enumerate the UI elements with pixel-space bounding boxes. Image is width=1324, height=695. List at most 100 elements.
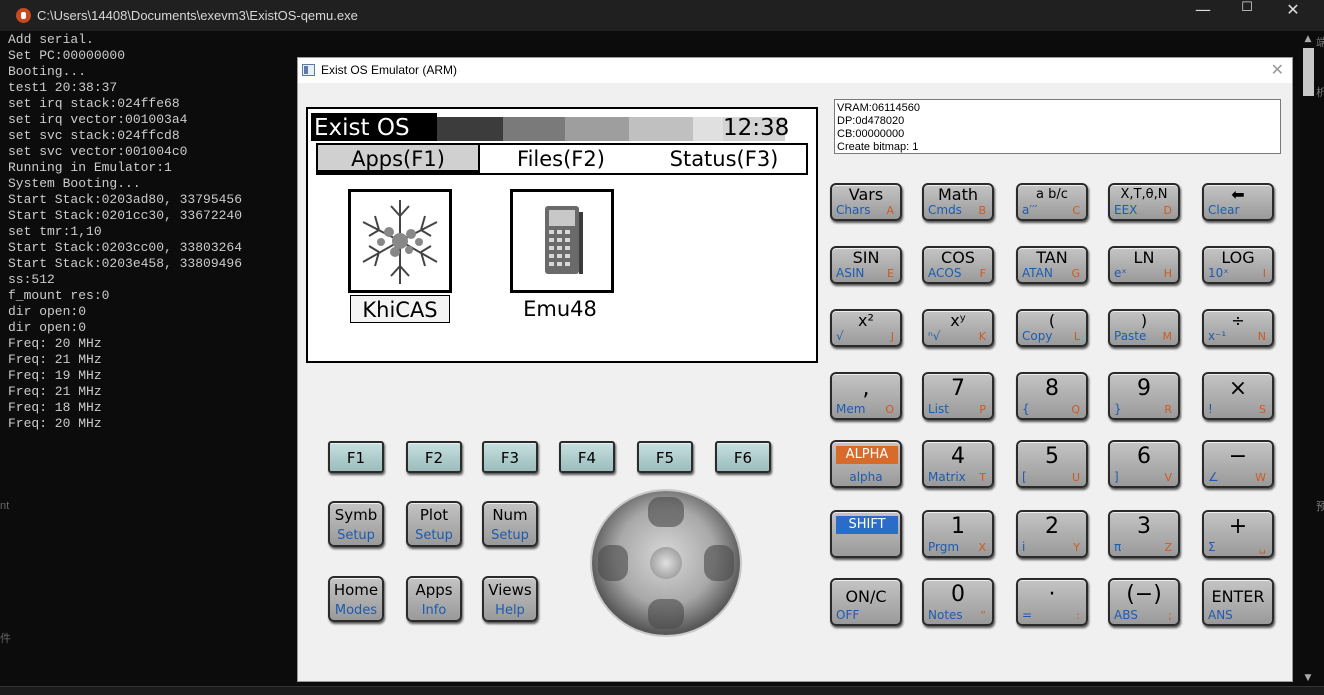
key-alpha-label: I [1262, 267, 1266, 280]
key-backspace[interactable]: ⬅ Clear [1202, 183, 1274, 221]
key-negate[interactable]: (−) ABS; [1108, 578, 1180, 626]
key-2[interactable]: 2 i Y [1016, 510, 1088, 558]
emulator-titlebar[interactable]: Exist OS Emulator (ARM) ✕ [298, 58, 1292, 83]
key-home[interactable]: Home Modes [328, 576, 384, 622]
qemu-app-icon [16, 8, 31, 23]
key-8[interactable]: 8 {Q [1016, 372, 1088, 420]
key-num[interactable]: Num Setup [482, 501, 538, 547]
key-decimal[interactable]: · =: [1016, 578, 1088, 626]
scroll-thumb[interactable] [1303, 48, 1314, 96]
tab-files[interactable]: Files(F2) [480, 145, 642, 173]
key-log[interactable]: LOG 10ˣ I [1202, 246, 1274, 284]
minimize-button[interactable]: — [1180, 0, 1226, 31]
key-enter[interactable]: ENTER ANS [1202, 578, 1274, 626]
scroll-down-icon[interactable]: ▼ [1300, 670, 1316, 686]
app-label-khicas[interactable]: KhiCAS [350, 295, 450, 323]
key-fraction[interactable]: a b/c a′′′ C [1016, 183, 1088, 221]
dpad-up[interactable] [648, 497, 684, 527]
tab-apps[interactable]: Apps(F1) [318, 145, 478, 173]
key-shift-label: ATAN [1022, 266, 1053, 280]
key-label: · [1048, 582, 1056, 607]
key-f4[interactable]: F4 [559, 441, 615, 473]
key-label: SIN [852, 248, 880, 267]
key-alpha-label: : [1076, 609, 1080, 622]
key-f3[interactable]: F3 [482, 441, 538, 473]
key-label: Math [937, 185, 979, 204]
key-6[interactable]: 6] V [1108, 440, 1180, 488]
key-on[interactable]: ON/C OFF [830, 578, 902, 626]
key-alpha-label: B [978, 204, 986, 217]
key-square[interactable]: x² √ J [830, 309, 902, 347]
dpad-left[interactable] [598, 545, 628, 581]
key-label: , [862, 376, 870, 401]
key-comma[interactable]: , Mem O [830, 372, 902, 420]
key-7[interactable]: 7 List P [922, 372, 994, 420]
key-shift-label: Chars [836, 203, 871, 217]
key-alpha-label: X [978, 541, 986, 554]
key-label: 8 [1045, 376, 1059, 401]
maximize-button[interactable]: ☐ [1224, 0, 1270, 31]
key-views[interactable]: Views Help [482, 576, 538, 622]
key-alpha[interactable]: ALPHA alpha [830, 440, 902, 488]
console-titlebar[interactable]: C:\Users\14408\Documents\exevm3\ExistOS-… [0, 0, 1324, 31]
direction-pad[interactable] [592, 491, 740, 635]
key-0[interactable]: 0 Notes ” [922, 578, 994, 626]
key-sin[interactable]: SIN ASIN E [830, 246, 902, 284]
key-divide[interactable]: ÷ x⁻¹ N [1202, 309, 1274, 347]
scroll-up-icon[interactable]: ▲ [1300, 31, 1316, 47]
key-shift-label: Notes [928, 608, 963, 622]
key-f1[interactable]: F1 [328, 441, 384, 473]
console-scrollbar[interactable]: ▲ ▼ [1300, 31, 1316, 686]
key-ln[interactable]: LN eˣ H [1108, 246, 1180, 284]
key-label: 4 [951, 444, 965, 469]
key-label: Apps [415, 581, 453, 599]
key-shift-label: { [1022, 402, 1030, 416]
key-cos[interactable]: COS ACOS F [922, 246, 994, 284]
key-5[interactable]: 5 [U [1016, 440, 1088, 488]
key-math[interactable]: Math Cmds B [922, 183, 994, 221]
dpad-center[interactable] [650, 547, 682, 579]
dpad-right[interactable] [704, 545, 734, 581]
key-multiply[interactable]: ×! S [1202, 372, 1274, 420]
key-power[interactable]: xʸ ⁿ√ K [922, 309, 994, 347]
key-close-paren[interactable]: ) Paste M [1108, 309, 1180, 347]
dpad-down[interactable] [648, 599, 684, 629]
key-alpha-label: E [887, 267, 894, 280]
key-3[interactable]: 3 π Z [1108, 510, 1180, 558]
key-label: TAN [1036, 248, 1068, 267]
tab-status[interactable]: Status(F3) [642, 145, 806, 173]
key-shift-label: Matrix [928, 470, 966, 484]
key-plot[interactable]: Plot Setup [406, 501, 462, 547]
key-label: ALPHA [836, 446, 898, 464]
os-name: Exist OS [311, 113, 437, 141]
key-1[interactable]: 1 Prgm X [922, 510, 994, 558]
key-symb[interactable]: Symb Setup [328, 501, 384, 547]
key-f2[interactable]: F2 [406, 441, 462, 473]
clock: 12:38 [723, 115, 790, 141]
emulator-close-button[interactable]: ✕ [1271, 60, 1284, 80]
calculator-screen[interactable]: Exist OS 12:38 Apps(F1) Files(F2) Status… [306, 107, 818, 363]
key-4[interactable]: 4 Matrix T [922, 440, 994, 488]
key-plus[interactable]: + Σ ␣ [1202, 510, 1274, 558]
emu48-app-icon[interactable] [510, 189, 614, 293]
key-label: 3 [1137, 514, 1151, 539]
key-f5[interactable]: F5 [637, 441, 693, 473]
key-label: ÷ [1231, 311, 1245, 330]
key-xtn[interactable]: X,T,θ,N EEX D [1108, 183, 1180, 221]
key-9[interactable]: 9} R [1108, 372, 1180, 420]
key-f6[interactable]: F6 [715, 441, 771, 473]
key-shift-label: alpha [849, 470, 883, 484]
key-apps[interactable]: Apps Info [406, 576, 462, 622]
key-tan[interactable]: TAN ATAN G [1016, 246, 1088, 284]
khicas-app-icon[interactable] [348, 189, 452, 293]
key-open-paren[interactable]: (Copy L [1016, 309, 1088, 347]
key-minus[interactable]: − ∠ W [1202, 440, 1274, 488]
key-shift[interactable]: SHIFT [830, 510, 902, 558]
close-button[interactable]: ✕ [1270, 0, 1316, 31]
key-vars[interactable]: Vars Chars A [830, 183, 902, 221]
app-label-emu48[interactable]: Emu48 [510, 295, 610, 323]
key-shift-label: i [1022, 540, 1026, 554]
battery-segment [693, 117, 723, 141]
debug-info-textbox[interactable]: VRAM:06114560 DP:0d478020 CB:00000000 Cr… [834, 99, 1281, 154]
key-label: Symb [334, 506, 378, 524]
